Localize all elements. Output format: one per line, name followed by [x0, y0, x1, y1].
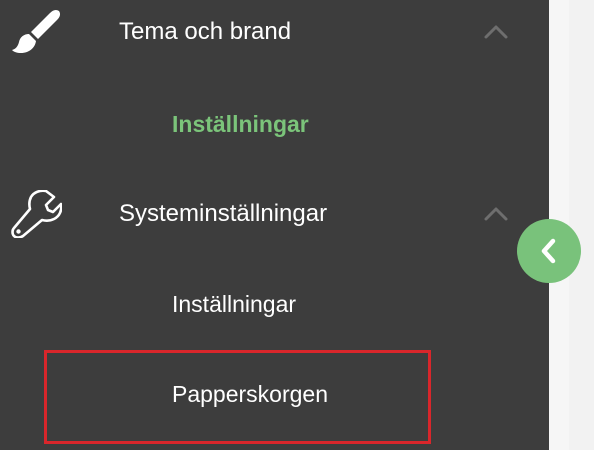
paintbrush-icon — [12, 9, 61, 53]
sidebar: Tema och brand Inställningar Systeminstä… — [0, 0, 549, 450]
app-window: Tema och brand Inställningar Systeminstä… — [0, 0, 594, 450]
sidebar-section-label: Tema och brand — [119, 18, 292, 45]
sidebar-item-system-installningar[interactable]: Inställningar — [0, 274, 549, 334]
sidebar-item-label: Inställningar — [172, 291, 297, 317]
sidebar-item-tema-installningar[interactable]: Inställningar — [0, 94, 549, 154]
chevron-up-icon[interactable] — [482, 22, 510, 42]
sidebar-section-systeminstallningar[interactable]: Systeminställningar — [0, 182, 549, 246]
sidebar-item-label: Inställningar — [172, 111, 309, 137]
chevron-left-icon — [541, 238, 556, 264]
sidebar-section-tema-och-brand[interactable]: Tema och brand — [0, 0, 549, 64]
sidebar-item-papperskorgen[interactable]: Papperskorgen — [0, 364, 549, 424]
wrench-icon — [11, 190, 62, 238]
chevron-up-icon[interactable] — [482, 204, 510, 224]
sidebar-item-label: Papperskorgen — [172, 381, 328, 407]
sidebar-section-label: Systeminställningar — [119, 200, 328, 227]
sidebar-collapse-button[interactable] — [517, 219, 581, 283]
